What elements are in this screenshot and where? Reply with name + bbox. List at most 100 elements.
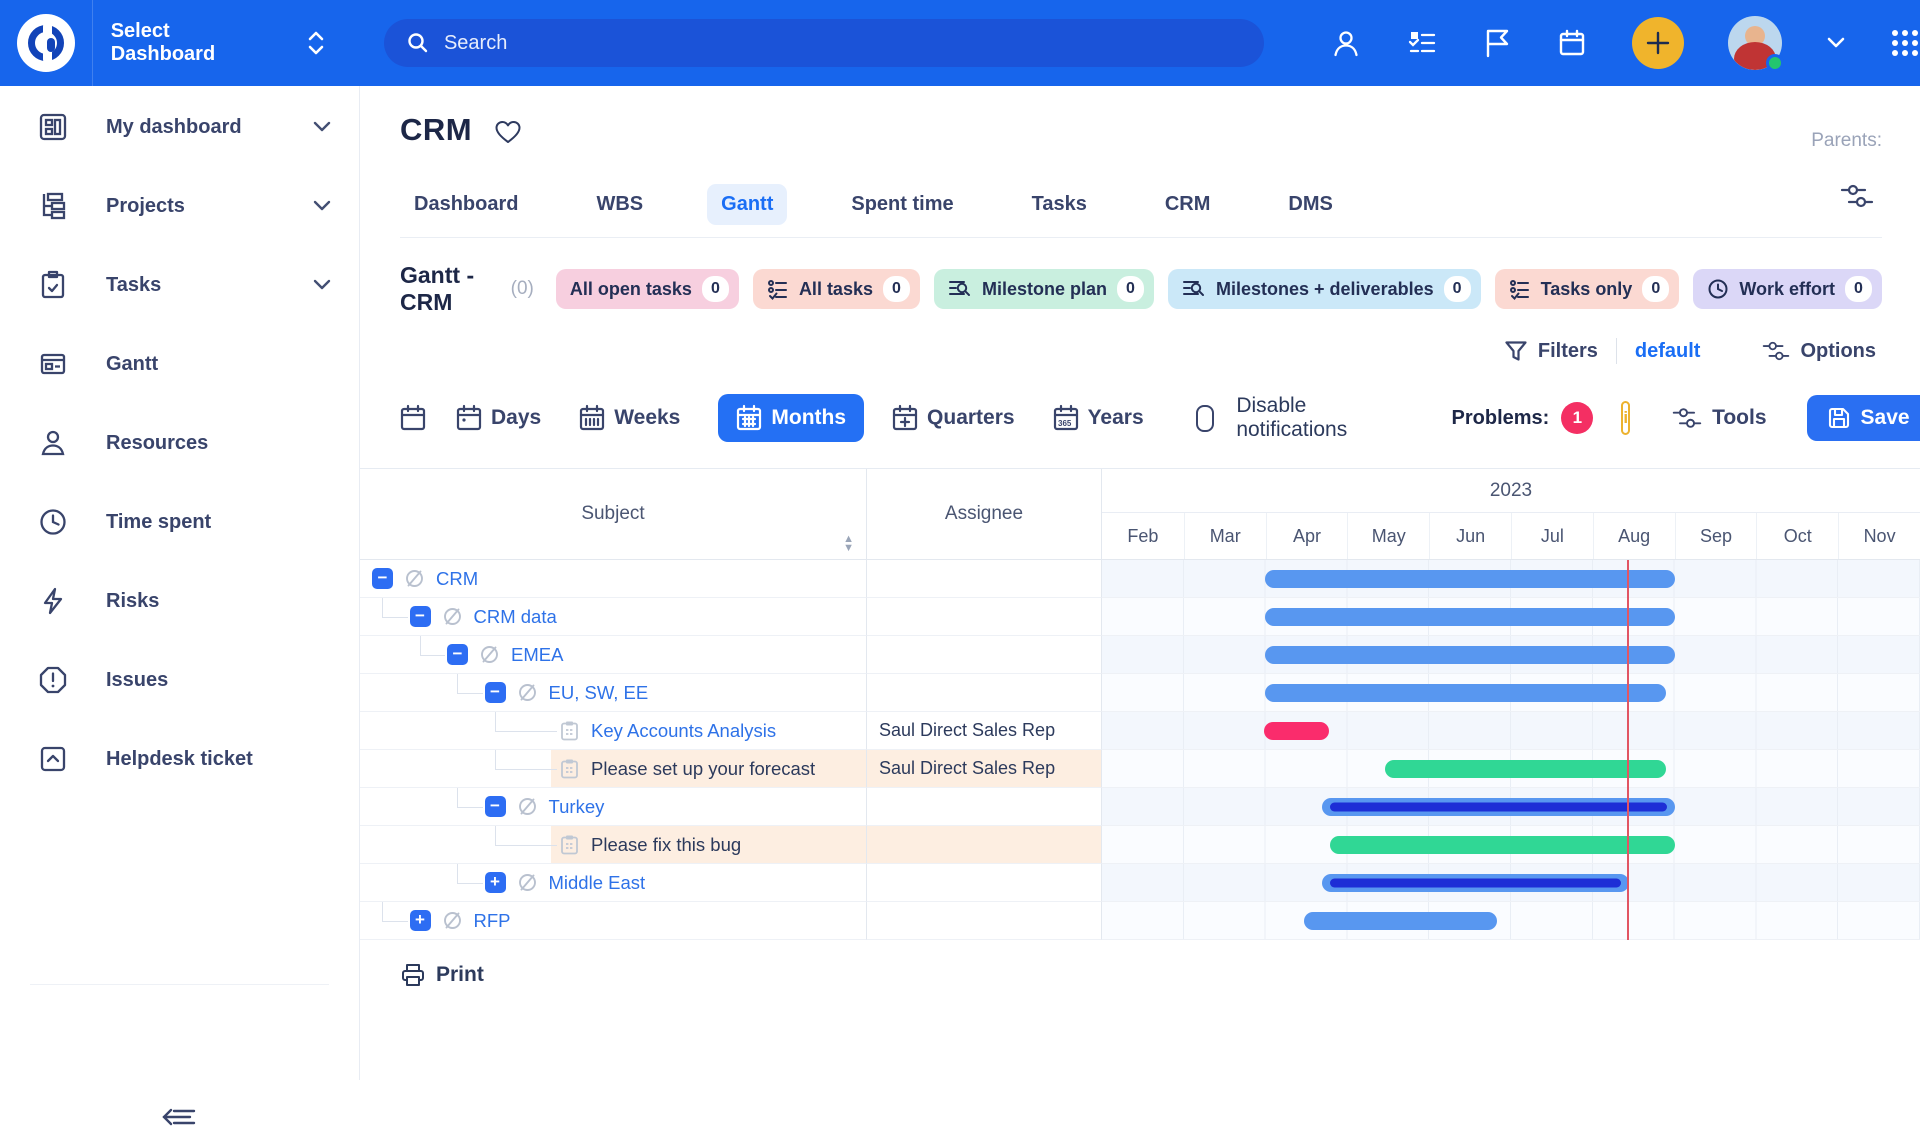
gantt-bar-blue[interactable]: [1322, 874, 1629, 892]
notifications-checkbox[interactable]: [1196, 405, 1215, 432]
collapse-node-button[interactable]: −: [485, 682, 506, 703]
scale-days-button[interactable]: Days: [456, 404, 541, 432]
chip-count: 0: [1117, 276, 1144, 302]
issue-icon: [38, 665, 68, 695]
collapse-node-button[interactable]: −: [447, 644, 468, 665]
assignee-cell: [867, 902, 1102, 940]
tab-spent-time[interactable]: Spent time: [837, 184, 967, 225]
list-icon: [1509, 278, 1531, 300]
subject-cell: Please set up your forecast: [360, 750, 867, 788]
save-button[interactable]: Save: [1807, 395, 1920, 441]
favorite-heart-icon[interactable]: [494, 119, 522, 145]
assignee-column-header: Assignee: [867, 469, 1102, 559]
tab-crm[interactable]: CRM: [1151, 184, 1225, 225]
print-button[interactable]: Print: [400, 962, 1920, 988]
disable-notifications-toggle[interactable]: Disable notifications: [1196, 394, 1356, 442]
select-dashboard-button[interactable]: Select Dashboard: [111, 20, 326, 66]
scale-years-button[interactable]: 365 Years: [1053, 404, 1144, 432]
scale-months-button[interactable]: Months: [718, 394, 864, 442]
calendar-plain-button[interactable]: [400, 404, 426, 432]
gantt-bar-blue[interactable]: [1265, 684, 1666, 702]
assignee-cell: [867, 560, 1102, 598]
chevron-down-icon[interactable]: [313, 200, 331, 212]
sidebar-item-my-dashboard[interactable]: My dashboard: [0, 98, 359, 156]
options-button[interactable]: Options: [1762, 339, 1876, 363]
expand-node-button[interactable]: +: [485, 872, 506, 893]
flag-icon[interactable]: [1482, 27, 1512, 59]
gantt-bar-blue[interactable]: [1265, 646, 1675, 664]
tools-button[interactable]: Tools: [1672, 405, 1766, 431]
subject-cell: − EU, SW, EE: [360, 674, 867, 712]
parents-options-icon[interactable]: [1840, 182, 1874, 210]
assignee-header-label: Assignee: [945, 503, 1023, 525]
sidebar-item-tasks[interactable]: Tasks: [0, 256, 359, 314]
expand-node-button[interactable]: +: [410, 910, 431, 931]
search-bar[interactable]: [384, 19, 1264, 67]
gantt-bar-blue[interactable]: [1265, 608, 1675, 626]
scale-weeks-button[interactable]: Weeks: [579, 404, 680, 432]
task-subject-link[interactable]: CRM data: [474, 606, 557, 628]
profile-icon[interactable]: [1330, 27, 1362, 59]
scale-days-label: Days: [491, 406, 541, 430]
collapse-node-button[interactable]: −: [410, 606, 431, 627]
sidebar-item-helpdesk-ticket[interactable]: Helpdesk ticket: [0, 730, 359, 788]
subject-column-header: Subject ▲▼: [360, 469, 867, 559]
subject-cell: − CRM: [360, 560, 867, 598]
tab-wbs[interactable]: WBS: [582, 184, 657, 225]
gantt-bar-progress: [1330, 802, 1667, 811]
collapse-sidebar-icon[interactable]: [160, 1102, 200, 1132]
filter-chip-all-open-tasks[interactable]: All open tasks0: [556, 269, 739, 309]
filter-chip-all-tasks[interactable]: All tasks0: [753, 269, 920, 309]
tab-tasks[interactable]: Tasks: [1018, 184, 1101, 225]
task-subject-link[interactable]: Please set up your forecast: [591, 758, 815, 780]
sidebar-item-projects[interactable]: Projects: [0, 177, 359, 235]
filter-preset-default[interactable]: default: [1635, 340, 1701, 363]
tab-gantt[interactable]: Gantt: [707, 184, 787, 225]
circle-slash-icon: [442, 910, 463, 931]
sidebar-item-risks[interactable]: Risks: [0, 572, 359, 630]
task-subject-link[interactable]: RFP: [474, 910, 511, 932]
search-input[interactable]: [444, 32, 1242, 55]
task-subject-link[interactable]: CRM: [436, 568, 478, 590]
avatar-chevron-down-icon[interactable]: [1826, 36, 1846, 50]
filter-chip-tasks-only[interactable]: Tasks only0: [1495, 269, 1680, 309]
tab-dms[interactable]: DMS: [1274, 184, 1346, 225]
calendar-icon[interactable]: [1556, 27, 1588, 59]
gantt-bar-blue[interactable]: [1265, 570, 1675, 588]
task-list-icon[interactable]: [1406, 27, 1438, 59]
app-logo[interactable]: [0, 0, 93, 86]
gantt-bar-blue[interactable]: [1304, 912, 1497, 930]
sidebar-item-resources[interactable]: Resources: [0, 414, 359, 472]
task-subject-link[interactable]: Please fix this bug: [591, 834, 741, 856]
add-button[interactable]: [1632, 17, 1684, 69]
task-subject-link[interactable]: Middle East: [549, 872, 646, 894]
gantt-bar-green[interactable]: [1330, 836, 1674, 854]
sidebar-item-time-spent[interactable]: Time spent: [0, 493, 359, 551]
gantt-bar-blue[interactable]: [1322, 798, 1675, 816]
timeline-cell: [1102, 674, 1920, 712]
sort-arrows-icon[interactable]: ▲▼: [843, 535, 854, 553]
gantt-bar-green[interactable]: [1385, 760, 1666, 778]
filters-button[interactable]: Filters: [1504, 339, 1598, 363]
filter-chip-milestones-deliverables[interactable]: Milestones + deliverables0: [1168, 269, 1481, 309]
chevron-down-icon[interactable]: [313, 121, 331, 133]
task-subject-link[interactable]: Turkey: [549, 796, 605, 818]
sidebar-item-issues[interactable]: Issues: [0, 651, 359, 709]
filter-chip-work-effort[interactable]: Work effort0: [1693, 269, 1882, 309]
collapse-node-button[interactable]: −: [372, 568, 393, 589]
circle-slash-icon: [517, 796, 538, 817]
apps-grid-icon[interactable]: [1890, 28, 1920, 58]
info-warning-icon[interactable]: i: [1621, 401, 1630, 435]
gantt-bar-pink[interactable]: [1264, 722, 1329, 740]
tab-dashboard[interactable]: Dashboard: [400, 184, 532, 225]
sidebar-item-gantt[interactable]: Gantt: [0, 335, 359, 393]
filter-chip-milestone-plan[interactable]: Milestone plan0: [934, 269, 1154, 309]
gantt-row-rfp: + RFP: [360, 902, 1920, 940]
task-subject-link[interactable]: EU, SW, EE: [549, 682, 649, 704]
user-avatar[interactable]: [1728, 16, 1782, 70]
task-subject-link[interactable]: EMEA: [511, 644, 563, 666]
collapse-node-button[interactable]: −: [485, 796, 506, 817]
task-subject-link[interactable]: Key Accounts Analysis: [591, 720, 776, 742]
scale-quarters-button[interactable]: Quarters: [892, 404, 1015, 432]
chevron-down-icon[interactable]: [313, 279, 331, 291]
